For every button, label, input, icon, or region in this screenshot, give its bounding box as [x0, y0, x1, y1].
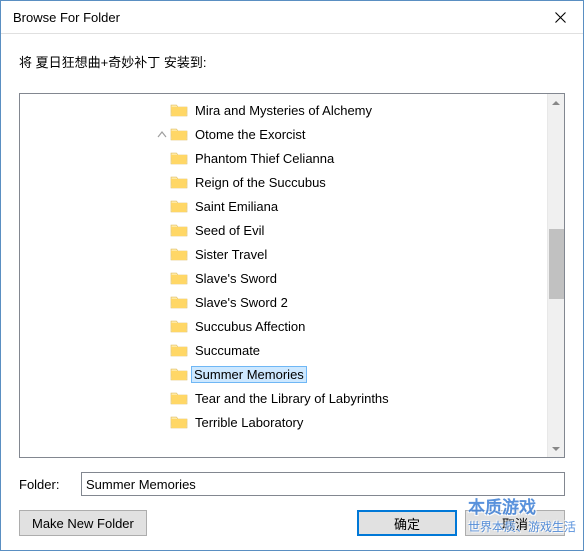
- chevron-up-icon: [552, 99, 560, 107]
- tree-item-label: Mira and Mysteries of Alchemy: [194, 103, 373, 118]
- close-button[interactable]: [537, 1, 583, 33]
- tree-item[interactable]: Mira and Mysteries of Alchemy: [20, 98, 547, 122]
- cancel-button[interactable]: 取消: [465, 510, 565, 536]
- folder-icon: [170, 175, 188, 189]
- scroll-up-button[interactable]: [548, 94, 564, 111]
- folder-icon: [170, 295, 188, 309]
- scrollbar-track-area[interactable]: [548, 111, 564, 440]
- tree-item[interactable]: Terrible Laboratory: [20, 410, 547, 434]
- tree-item-label: Slave's Sword: [194, 271, 278, 286]
- tree-item-label: Reign of the Succubus: [194, 175, 327, 190]
- folder-icon: [170, 223, 188, 237]
- titlebar[interactable]: Browse For Folder: [1, 1, 583, 34]
- folder-label: Folder:: [19, 477, 71, 492]
- tree-item-label: Sister Travel: [194, 247, 268, 262]
- folder-input[interactable]: [81, 472, 565, 496]
- tree-item-label: Phantom Thief Celianna: [194, 151, 335, 166]
- folder-icon: [170, 271, 188, 285]
- chevron-down-icon: [552, 445, 560, 453]
- install-prompt: 将 夏日狂想曲+奇妙补丁 安装到:: [19, 52, 565, 71]
- folder-icon: [170, 319, 188, 333]
- tree-item[interactable]: Seed of Evil: [20, 218, 547, 242]
- close-icon: [555, 12, 566, 23]
- scrollbar: [547, 94, 564, 457]
- folder-icon: [170, 367, 188, 381]
- tree-item-label: Slave's Sword 2: [194, 295, 289, 310]
- tree-item[interactable]: Succumate: [20, 338, 547, 362]
- folder-icon: [170, 343, 188, 357]
- tree-item[interactable]: Tear and the Library of Labyrinths: [20, 386, 547, 410]
- make-new-folder-button[interactable]: Make New Folder: [19, 510, 147, 536]
- tree-item-label: Otome the Exorcist: [194, 127, 307, 142]
- tree-item[interactable]: Phantom Thief Celianna: [20, 146, 547, 170]
- folder-icon: [170, 151, 188, 165]
- tree-item-label: Saint Emiliana: [194, 199, 279, 214]
- tree-item-label: Terrible Laboratory: [194, 415, 304, 430]
- tree-item[interactable]: Slave's Sword 2: [20, 290, 547, 314]
- tree-item[interactable]: Otome the Exorcist: [20, 122, 547, 146]
- folder-tree-list[interactable]: Mira and Mysteries of Alchemy Otome the E…: [20, 94, 547, 457]
- tree-item-label: Succumate: [194, 343, 261, 358]
- chevron-right-icon: [156, 128, 168, 140]
- scrollbar-thumb[interactable]: [549, 229, 564, 299]
- tree-item[interactable]: Saint Emiliana: [20, 194, 547, 218]
- tree-item-label: Succubus Affection: [194, 319, 306, 334]
- browse-folder-dialog: Browse For Folder 将 夏日狂想曲+奇妙补丁 安装到: Mira…: [0, 0, 584, 551]
- folder-icon: [170, 103, 188, 117]
- folder-icon: [170, 199, 188, 213]
- ok-button[interactable]: 确定: [357, 510, 457, 536]
- bottom-panel: Folder: Make New Folder 确定 取消: [19, 458, 565, 536]
- tree-item[interactable]: Sister Travel: [20, 242, 547, 266]
- folder-row: Folder:: [19, 472, 565, 496]
- button-row: Make New Folder 确定 取消: [19, 510, 565, 536]
- folder-tree: Mira and Mysteries of Alchemy Otome the E…: [19, 93, 565, 458]
- tree-item-label: Tear and the Library of Labyrinths: [194, 391, 390, 406]
- tree-item[interactable]: Slave's Sword: [20, 266, 547, 290]
- tree-item-label: Seed of Evil: [194, 223, 265, 238]
- dialog-content: 将 夏日狂想曲+奇妙补丁 安装到: Mira and Mysteries of …: [1, 34, 583, 550]
- tree-item-label: Summer Memories: [191, 366, 307, 383]
- tree-item[interactable]: Summer Memories: [20, 362, 547, 386]
- tree-item[interactable]: Reign of the Succubus: [20, 170, 547, 194]
- tree-item[interactable]: Succubus Affection: [20, 314, 547, 338]
- folder-icon: [170, 127, 188, 141]
- folder-icon: [170, 391, 188, 405]
- titlebar-text: Browse For Folder: [13, 10, 537, 25]
- folder-icon: [170, 415, 188, 429]
- scroll-down-button[interactable]: [548, 440, 564, 457]
- folder-icon: [170, 247, 188, 261]
